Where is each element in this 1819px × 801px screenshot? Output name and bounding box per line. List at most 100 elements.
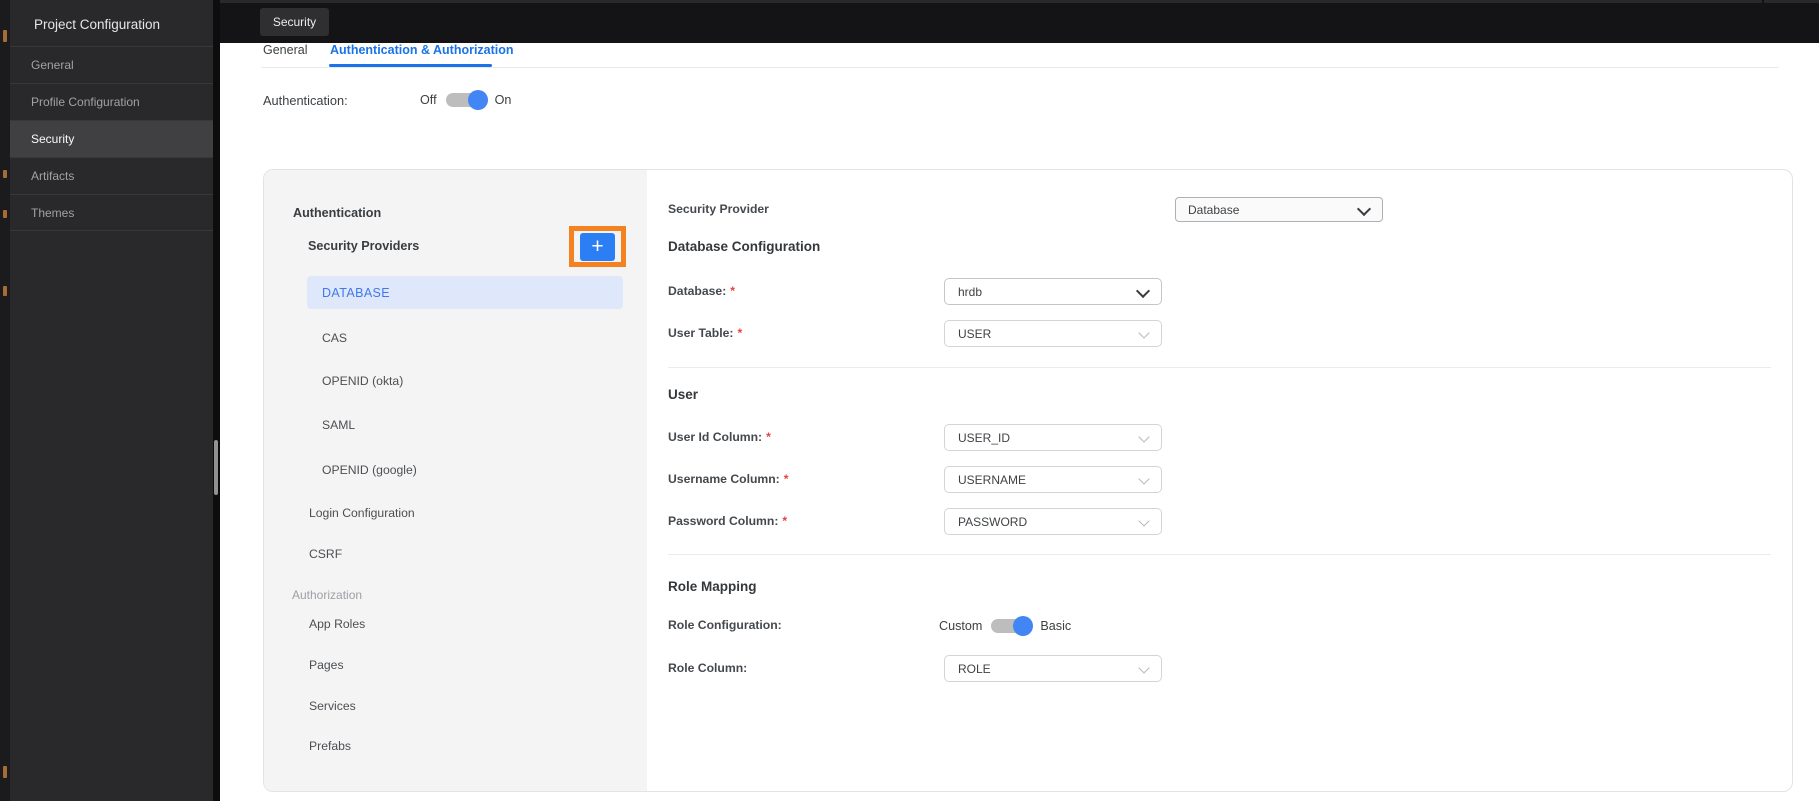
security-provider-row: Security Provider Database — [668, 197, 1771, 224]
chevron-down-icon — [1356, 201, 1372, 217]
tab-authentication-authorization[interactable]: Authentication & Authorization — [330, 43, 514, 57]
role-configuration-row: Role Configuration: Custom Basic — [668, 614, 1771, 637]
nav-security-providers-header: Security Providers — [308, 239, 420, 253]
chevron-down-icon — [1138, 431, 1150, 443]
toggle-knob — [467, 90, 488, 110]
nav-item-pages[interactable]: Pages — [309, 658, 344, 672]
tab-security-label: Security — [272, 15, 317, 29]
role-configuration-toggle-group: Custom Basic — [939, 614, 1071, 637]
authentication-toggle[interactable] — [445, 90, 488, 110]
username-column-value: USERNAME — [958, 472, 1027, 487]
password-column-label: Password Column: — [668, 514, 779, 528]
nav-section-authorization: Authorization — [292, 588, 363, 602]
authentication-label: Authentication: — [263, 92, 348, 108]
role-mapping-heading: Role Mapping — [668, 579, 757, 594]
database-label: Database: — [668, 284, 727, 298]
chevron-down-icon — [1135, 283, 1151, 299]
required-asterisk: * — [737, 326, 743, 340]
nav-provider-saml[interactable]: SAML — [322, 418, 355, 432]
password-column-select[interactable]: PASSWORD — [944, 508, 1162, 535]
edge-icon-fragment — [3, 170, 7, 178]
nav-item-prefabs[interactable]: Prefabs — [309, 739, 351, 753]
sidebar-item-label: Profile Configuration — [31, 95, 140, 109]
required-asterisk: * — [766, 430, 771, 444]
authentication-toggle-row: Authentication: Off On — [263, 90, 511, 110]
chevron-down-icon — [1138, 327, 1150, 339]
nav-item-csrf[interactable]: CSRF — [309, 547, 342, 561]
left-edge-strip — [0, 0, 10, 801]
tab-bar-divider — [261, 67, 1779, 68]
edge-icon-fragment — [3, 210, 7, 218]
database-select[interactable]: hrdb — [944, 278, 1162, 305]
sidebar-item-themes[interactable]: Themes — [10, 194, 213, 231]
sidebar-item-general[interactable]: General — [10, 46, 213, 83]
user-id-column-select[interactable]: USER_ID — [944, 424, 1162, 451]
role-column-select[interactable]: ROLE — [944, 655, 1162, 682]
sidebar-item-artifacts[interactable]: Artifacts — [10, 157, 213, 194]
sidebar-item-security[interactable]: Security — [10, 120, 213, 157]
role-configuration-toggle[interactable] — [991, 615, 1034, 636]
sidebar: Project Configuration General Profile Co… — [10, 0, 213, 801]
role-configuration-label: Role Configuration: — [668, 618, 782, 632]
nav-provider-openid-okta[interactable]: OPENID (okta) — [322, 374, 403, 388]
plus-icon: + — [591, 235, 604, 258]
toggle-basic-label: Basic — [1040, 618, 1072, 633]
database-value: hrdb — [958, 284, 983, 299]
section-divider — [668, 554, 1771, 555]
nav-item-services[interactable]: Services — [309, 699, 356, 713]
user-table-label: User Table: — [668, 326, 734, 340]
browser-chrome-edge — [0, 0, 1819, 3]
sidebar-item-profile-configuration[interactable]: Profile Configuration — [10, 83, 213, 120]
top-bar: Security — [0, 0, 1819, 43]
role-column-label: Role Column: — [668, 661, 748, 675]
password-column-row: Password Column: * PASSWORD — [668, 508, 1771, 535]
nav-provider-label: DATABASE — [322, 285, 391, 300]
nav-provider-openid-google[interactable]: OPENID (google) — [322, 463, 417, 477]
chevron-down-icon — [1138, 515, 1150, 527]
browser-chrome-notch — [1762, 0, 1764, 3]
role-column-value: ROLE — [958, 661, 991, 676]
username-column-row: Username Column: * USERNAME — [668, 466, 1771, 493]
username-column-label: Username Column: — [668, 472, 780, 486]
nav-provider-cas[interactable]: CAS — [322, 331, 347, 345]
sidebar-item-label: Artifacts — [31, 169, 75, 183]
add-provider-button[interactable]: + — [580, 232, 615, 261]
user-table-value: USER — [958, 326, 992, 341]
chevron-down-icon — [1138, 662, 1150, 674]
required-asterisk: * — [730, 284, 736, 298]
tab-security-chip[interactable]: Security — [260, 8, 329, 36]
edge-icon-fragment — [3, 766, 7, 778]
required-asterisk: * — [783, 472, 789, 486]
sidebar-title: Project Configuration — [34, 17, 161, 32]
tab-general[interactable]: General — [263, 43, 307, 57]
nav-item-login-configuration[interactable]: Login Configuration — [309, 506, 415, 520]
sidebar-item-label: General — [31, 58, 74, 72]
security-provider-value: Database — [1188, 202, 1240, 217]
nav-provider-database[interactable]: DATABASE — [307, 276, 623, 309]
toggle-off-label: Off — [420, 93, 437, 107]
required-asterisk: * — [782, 514, 788, 528]
app-window: Security Project Configuration General P… — [0, 0, 1819, 801]
toggle-custom-label: Custom — [939, 618, 983, 633]
sidebar-item-label: Themes — [31, 205, 75, 220]
role-column-row: Role Column: ROLE — [668, 655, 1771, 682]
vertical-scrollbar-thumb[interactable] — [214, 440, 218, 495]
database-row: Database: * hrdb — [668, 278, 1771, 305]
add-provider-highlight-frame: + — [569, 226, 626, 267]
chevron-down-icon — [1138, 473, 1150, 485]
user-table-row: User Table: * USER — [668, 320, 1771, 347]
edge-icon-fragment — [3, 30, 7, 42]
security-settings-card: Authentication Security Providers + DATA… — [263, 169, 1793, 792]
toggle-knob — [1013, 615, 1034, 636]
user-id-column-row: User Id Column: * USER_ID — [668, 424, 1771, 451]
username-column-select[interactable]: USERNAME — [944, 466, 1162, 493]
security-provider-select[interactable]: Database — [1175, 197, 1383, 222]
nav-item-app-roles[interactable]: App Roles — [309, 617, 365, 631]
user-heading: User — [668, 387, 699, 402]
edge-icon-fragment — [3, 286, 7, 296]
sidebar-item-label: Security — [31, 132, 75, 146]
user-table-select[interactable]: USER — [944, 320, 1162, 347]
database-configuration-heading: Database Configuration — [668, 239, 821, 254]
user-id-column-label: User Id Column: — [668, 430, 763, 444]
nav-section-authentication: Authentication — [293, 206, 382, 220]
